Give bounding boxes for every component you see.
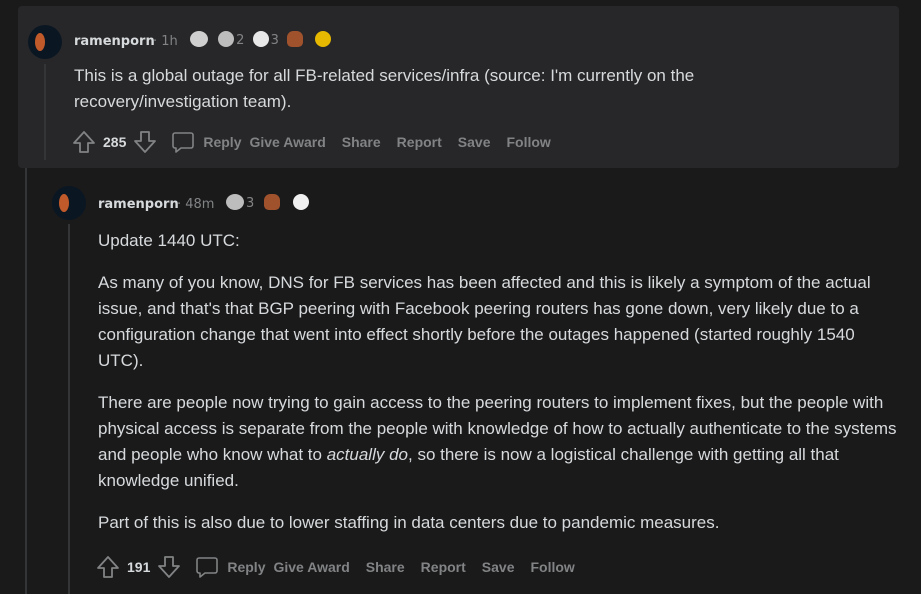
- vote-score: 191: [127, 559, 151, 575]
- wholesome-award-icon[interactable]: [218, 31, 235, 47]
- upvote-icon[interactable]: [72, 130, 96, 154]
- comment-paragraph: There are people now trying to gain acce…: [98, 390, 898, 494]
- comment-bubble-icon: [195, 555, 227, 579]
- wholesome-award-icon[interactable]: [226, 194, 244, 210]
- report-button[interactable]: Report: [397, 134, 442, 150]
- silver-award-icon[interactable]: [190, 31, 208, 47]
- username[interactable]: ramenporn: [74, 34, 155, 49]
- poop-award-icon[interactable]: [286, 31, 303, 47]
- downvote-icon[interactable]: [133, 130, 157, 154]
- reply-button[interactable]: Reply: [195, 555, 265, 579]
- award-list: 3: [226, 194, 309, 211]
- upvote-icon[interactable]: [96, 555, 120, 579]
- reply-label: Reply: [227, 559, 266, 575]
- avatar[interactable]: [28, 25, 62, 59]
- thread-line[interactable]: [25, 168, 27, 594]
- follow-button[interactable]: Follow: [507, 134, 551, 150]
- emphasis-text: actually do: [326, 445, 408, 464]
- comment-time[interactable]: · 48m: [177, 197, 214, 212]
- snoo-award-icon[interactable]: [292, 194, 309, 210]
- award-count: 3: [246, 196, 255, 211]
- share-button[interactable]: Share: [366, 559, 405, 575]
- helpful-award-icon[interactable]: [252, 31, 269, 47]
- save-button[interactable]: Save: [458, 134, 491, 150]
- give-award-button[interactable]: Give Award: [273, 559, 349, 575]
- time-text: 1h: [161, 34, 178, 49]
- comment-body: This is a global outage for all FB-relat…: [74, 63, 774, 115]
- avatar[interactable]: [52, 186, 86, 220]
- comment-action-bar: 285 Reply Give Award Share Report Save F…: [72, 128, 567, 156]
- comment-paragraph: This is a global outage for all FB-relat…: [74, 66, 695, 111]
- downvote-icon[interactable]: [157, 555, 181, 579]
- gold-award-icon[interactable]: [315, 31, 332, 47]
- comment-time[interactable]: · 1h: [153, 34, 178, 49]
- time-text: 48m: [185, 197, 215, 212]
- thread-line[interactable]: [44, 64, 46, 160]
- thread-line[interactable]: [68, 224, 70, 594]
- award-list: 2 3: [190, 31, 332, 48]
- reply-button[interactable]: Reply: [171, 130, 241, 154]
- comment-action-bar: 191 Reply Give Award Share Report Save F…: [96, 553, 591, 581]
- poop-award-icon[interactable]: [264, 194, 281, 210]
- save-button[interactable]: Save: [482, 559, 515, 575]
- share-button[interactable]: Share: [342, 134, 381, 150]
- award-count: 2: [236, 33, 245, 48]
- reply-label: Reply: [203, 134, 242, 150]
- report-button[interactable]: Report: [421, 559, 466, 575]
- comment-bubble-icon: [171, 130, 203, 154]
- award-count: 3: [270, 33, 279, 48]
- comment-paragraph: As many of you know, DNS for FB services…: [98, 273, 871, 370]
- comment-paragraph: Update 1440 UTC:: [98, 231, 240, 250]
- comment-paragraph: Part of this is also due to lower staffi…: [98, 513, 720, 532]
- username[interactable]: ramenporn: [98, 197, 179, 212]
- vote-score: 285: [103, 134, 127, 150]
- follow-button[interactable]: Follow: [531, 559, 575, 575]
- give-award-button[interactable]: Give Award: [249, 134, 325, 150]
- comment-body: Update 1440 UTC: As many of you know, DN…: [98, 228, 898, 536]
